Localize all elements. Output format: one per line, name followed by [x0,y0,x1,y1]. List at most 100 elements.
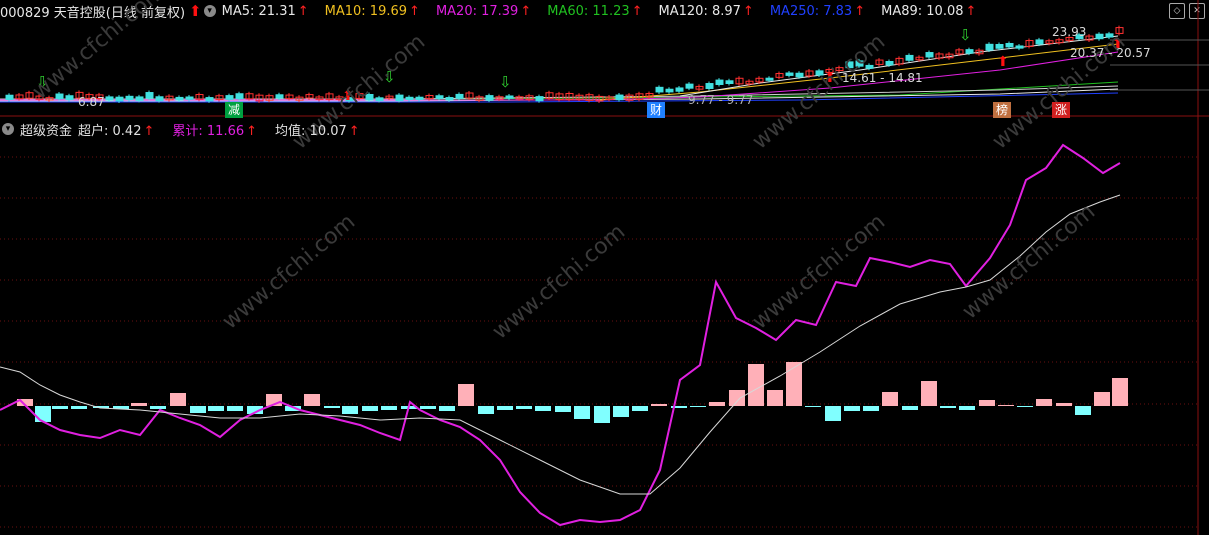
negative-bar [594,406,610,423]
candle-body [175,96,184,101]
candle-body [615,94,624,101]
positive-bar [170,393,186,406]
candle-body [1035,39,1044,45]
negative-bar [959,406,975,410]
candle-body [685,83,694,89]
positive-bar [979,400,995,406]
positive-bar [729,390,745,406]
positive-bar [131,403,147,406]
positive-bar [921,381,937,406]
positive-bar [786,362,802,406]
candle-body [885,61,894,66]
indicator-item: 超户: 0.42 ↑ [78,123,155,139]
tag-zhang[interactable]: 涨 [1052,102,1071,118]
candle-body [55,93,64,100]
negative-bar [362,406,378,411]
negative-bar [478,406,494,414]
candle-body [725,80,734,84]
candle-body [795,72,804,78]
negative-bar [150,406,166,409]
price-low-label: 6.87 [78,95,105,109]
candle-body [455,93,464,99]
negative-bar [35,406,51,422]
candle-body [675,87,684,92]
negative-bar [439,406,455,411]
candle-body [185,96,194,100]
negative-bar [825,406,841,421]
negative-bar [1017,406,1033,407]
candle-body [105,96,114,101]
negative-bar [940,406,956,408]
candle-body [985,43,994,51]
positive-bar [709,402,725,406]
candle-body [5,94,14,100]
candle-body [765,77,774,81]
candle-body [905,54,914,61]
negative-bar [574,406,590,419]
indicator-menu-icon[interactable]: ▾ [2,123,14,135]
negative-bar [516,406,532,409]
down-arrow-icon: ⇩ [959,26,972,44]
candle-body [135,96,144,101]
negative-bar [324,406,340,408]
negative-bar [420,406,436,409]
up-arrow-icon: ↑ [246,123,258,139]
negative-bar [208,406,224,411]
negative-bar [613,406,629,417]
positive-bar [882,392,898,406]
chart-surface[interactable]: ⇩ ⇩ ⇩⇩⬆⬆⬆⬆www.cfchi.com www.cfchi.com www.cf… [0,0,1209,535]
cumulative-line [0,143,1121,527]
indicator-item: 均值: 10.07 ↑ [275,123,360,139]
watermark-text: www.cfchi.com [958,199,1100,324]
negative-bar [190,406,206,413]
watermark-text: www.cfchi.com [28,0,170,105]
positive-bar [748,364,764,406]
candle-body [205,97,214,102]
tag-bang[interactable]: 榜 [993,102,1012,118]
up-arrow-icon: ⬆ [997,54,1009,70]
candle-body [1005,42,1014,48]
positive-bar [1094,392,1110,406]
candle-body [155,96,164,102]
positive-bar [767,390,783,406]
price-range-a-label: 20.37 - 20.57 [1070,46,1151,60]
positive-bar [1112,378,1128,406]
candle-body [375,97,384,101]
tag-jian[interactable]: 减 [225,102,244,118]
negative-bar [227,406,243,411]
indicator-name[interactable]: 超级资金 [20,120,72,139]
candle-body [405,96,414,100]
candle-body [485,95,494,101]
positive-bar [1036,399,1052,406]
negative-bar [497,406,513,410]
positive-bar [304,394,320,406]
tag-cai[interactable]: 财 [647,102,666,118]
candle-body [715,79,724,85]
negative-bar [805,406,821,407]
positive-bar [998,405,1014,406]
candle-body [1015,45,1024,49]
watermark-text: www.cfchi.com [218,209,360,334]
candle-body [435,95,444,99]
candle-body [115,96,124,102]
positive-bar [458,384,474,406]
candle-body [225,95,234,100]
candle-body [995,43,1004,49]
candle-body [1095,33,1104,40]
candle-body [275,94,284,99]
candle-body [395,94,404,101]
candle-body [505,95,514,99]
indicator-item: 累计: 11.66 ↑ [172,123,258,139]
candle-body [415,96,424,100]
up-arrow-icon: ↑ [143,123,155,139]
candle-body [445,97,454,101]
negative-bar [844,406,860,411]
negative-bar [342,406,358,414]
negative-bar [71,406,87,409]
negative-bar [555,406,571,412]
positive-bar [1056,403,1072,406]
negative-bar [902,406,918,410]
candle-body [785,72,794,76]
price-mid-label: 9.77 - 9.77 [688,93,754,107]
up-arrow-icon: ↑ [348,123,360,139]
